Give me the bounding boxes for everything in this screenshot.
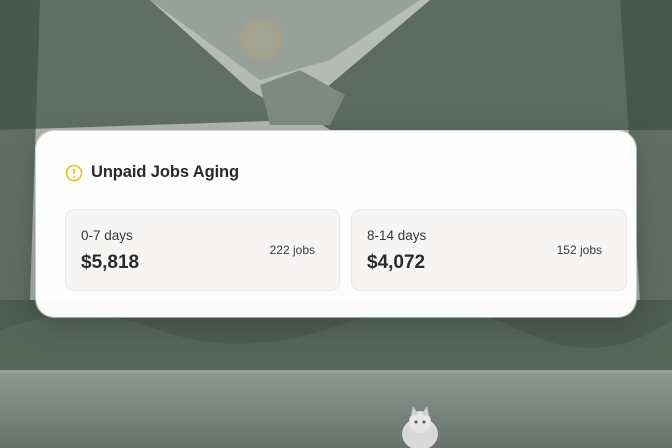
bucket-range-label: 0-7 days (81, 228, 133, 243)
aging-bucket-0-7-days[interactable]: 0-7 days $5,818 222 jobs (65, 209, 340, 291)
bucket-amount: $5,818 (81, 252, 140, 273)
bucket-amount: $4,072 (367, 252, 426, 273)
unpaid-jobs-aging-card: Unpaid Jobs Aging 0-7 days $5,818 222 jo… (36, 131, 636, 317)
bucket-job-count: 152 jobs (556, 243, 602, 257)
bucket-range-label: 8-14 days (367, 228, 427, 243)
aging-bucket-8-14-days[interactable]: 8-14 days $4,072 152 jobs (351, 209, 627, 291)
card-header: Unpaid Jobs Aging (65, 163, 239, 182)
bucket-job-count: 222 jobs (269, 243, 315, 257)
alert-circle-icon (65, 164, 83, 181)
card-title: Unpaid Jobs Aging (91, 163, 240, 181)
